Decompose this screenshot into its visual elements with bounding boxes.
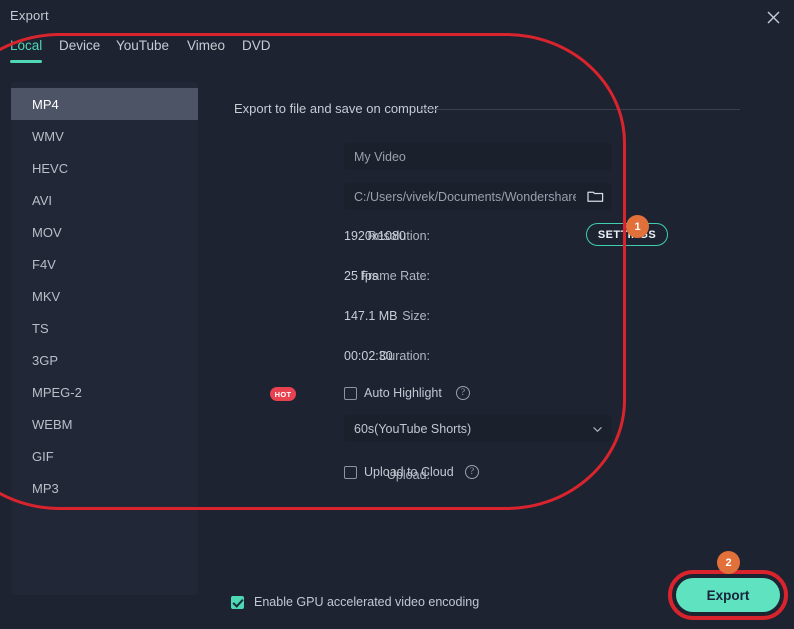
format-list: MP4 WMV HEVC AVI MOV F4V MKV TS 3GP MPEG… — [11, 82, 198, 595]
highlight-duration-value: 60s(YouTube Shorts) — [354, 421, 472, 436]
upload-row: Upload: Upload to Cloud ? — [198, 462, 794, 492]
annotation-badge-2: 2 — [717, 551, 740, 574]
section-heading: Export to file and save on computer — [234, 101, 439, 116]
title-bar: Export — [0, 0, 794, 33]
gpu-encoding-label[interactable]: Enable GPU accelerated video encoding — [254, 595, 479, 609]
frame-rate-row: Frame Rate: 25 fps — [198, 263, 794, 293]
frame-rate-value: 25 fps — [344, 269, 379, 283]
tab-device[interactable]: Device — [59, 38, 100, 53]
save-to-input[interactable]: C:/Users/vivek/Documents/Wondershare/ — [344, 183, 612, 210]
auto-highlight-help-icon[interactable]: ? — [456, 386, 470, 400]
name-input-value: My Video — [354, 149, 406, 164]
highlight-duration-row: 60s(YouTube Shorts) — [198, 415, 794, 445]
upload-to-cloud-checkbox[interactable] — [344, 466, 357, 479]
folder-icon[interactable] — [587, 188, 604, 204]
resolution-row: Resolution: 1920x1080 SETTINGS — [198, 223, 794, 253]
gpu-encoding-row: Enable GPU accelerated video encoding — [231, 595, 479, 609]
format-item-wmv[interactable]: WMV — [11, 120, 198, 152]
save-to-input-value: C:/Users/vivek/Documents/Wondershare/ — [354, 189, 576, 204]
format-item-gif[interactable]: GIF — [11, 440, 198, 472]
size-value: 147.1 MB — [344, 309, 398, 323]
auto-highlight-checkbox[interactable] — [344, 387, 357, 400]
format-item-webm[interactable]: WEBM — [11, 408, 198, 440]
duration-value: 00:02:30 — [344, 349, 393, 363]
annotation-badge-1: 1 — [626, 215, 649, 238]
tab-local[interactable]: Local — [10, 38, 42, 53]
format-item-mov[interactable]: MOV — [11, 216, 198, 248]
highlight-duration-select[interactable]: 60s(YouTube Shorts) — [344, 415, 612, 442]
format-item-mp3[interactable]: MP3 — [11, 472, 198, 504]
format-item-3gp[interactable]: 3GP — [11, 344, 198, 376]
chevron-down-icon — [593, 423, 602, 432]
gpu-encoding-checkbox[interactable] — [231, 595, 244, 609]
active-tab-underline — [10, 60, 42, 63]
destination-tabs: Local Device YouTube Vimeo DVD — [0, 38, 794, 68]
format-item-ts[interactable]: TS — [11, 312, 198, 344]
hot-badge: HOT — [270, 387, 296, 401]
format-item-mkv[interactable]: MKV — [11, 280, 198, 312]
auto-highlight-label[interactable]: Auto Highlight — [364, 386, 442, 400]
save-to-row: Save to: C:/Users/vivek/Documents/Wonder… — [198, 183, 794, 213]
close-icon[interactable] — [760, 4, 786, 30]
duration-row: Duration: 00:02:30 — [198, 343, 794, 373]
resolution-value: 1920x1080 — [344, 229, 406, 243]
format-item-mpeg2[interactable]: MPEG-2 — [11, 376, 198, 408]
export-settings-panel: Export to file and save on computer Name… — [198, 82, 794, 542]
section-divider — [420, 109, 740, 110]
tab-vimeo[interactable]: Vimeo — [187, 38, 225, 53]
auto-highlight-row: HOT Auto Highlight ? — [198, 383, 794, 413]
size-label: Size: — [402, 309, 430, 323]
format-item-avi[interactable]: AVI — [11, 184, 198, 216]
format-item-hevc[interactable]: HEVC — [11, 152, 198, 184]
upload-help-icon[interactable]: ? — [465, 465, 479, 479]
format-item-f4v[interactable]: F4V — [11, 248, 198, 280]
format-item-mp4[interactable]: MP4 — [11, 88, 198, 120]
window-title: Export — [10, 8, 49, 23]
tab-dvd[interactable]: DVD — [242, 38, 271, 53]
export-button[interactable]: Export — [676, 578, 780, 612]
name-input[interactable]: My Video — [344, 143, 612, 170]
name-row: Name: My Video — [198, 143, 794, 173]
size-row: Size: 147.1 MB — [198, 303, 794, 333]
tab-youtube[interactable]: YouTube — [116, 38, 169, 53]
upload-to-cloud-label[interactable]: Upload to Cloud — [364, 465, 454, 479]
